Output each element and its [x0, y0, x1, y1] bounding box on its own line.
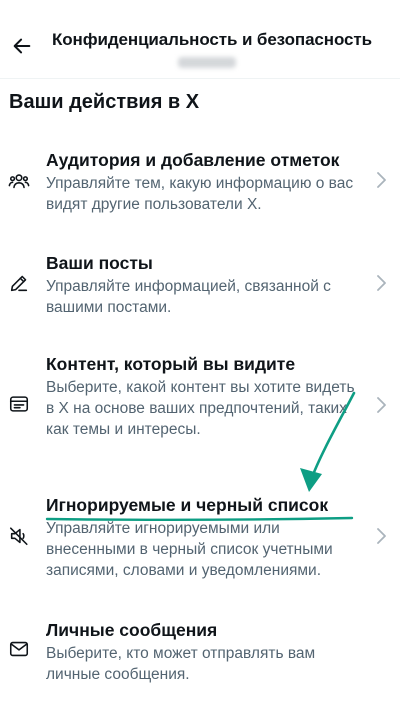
item-description: Управляйте информацией, связанной с ваши… [46, 278, 331, 316]
settings-item-your-posts[interactable]: Ваши посты Управляйте информацией, связа… [0, 253, 400, 319]
chevron-right-icon [377, 172, 386, 188]
envelope-icon [9, 641, 29, 657]
item-title: Аудитория и добавление отметок [46, 150, 340, 170]
item-description: Выберите, кто может отправлять вам личны… [46, 645, 316, 683]
item-title: Ваши посты [46, 253, 153, 273]
chevron-right-icon [377, 275, 386, 291]
settings-item-mute-block[interactable]: Игнорируемые и черный список Управляйте … [0, 495, 400, 579]
content-card-icon [9, 396, 29, 412]
settings-item-audience[interactable]: Аудитория и добавление отметок Управляйт… [0, 150, 400, 216]
back-button[interactable] [6, 30, 38, 62]
chevron-right-icon [377, 528, 386, 544]
item-description: Управляйте игнорируемыми или внесенными … [46, 520, 333, 579]
blurred-username [178, 57, 236, 68]
header-divider [0, 78, 400, 79]
item-description: Выберите, какой контент вы хотите видеть… [46, 379, 355, 438]
pencil-icon [10, 275, 28, 292]
settings-item-direct-messages[interactable]: Личные сообщения Выберите, кто может отп… [0, 620, 400, 686]
people-icon [8, 174, 30, 189]
item-title: Личные сообщения [46, 620, 218, 640]
settings-item-content-you-see[interactable]: Контент, который вы видите Выберите, как… [0, 354, 400, 458]
chevron-right-icon [377, 397, 386, 413]
top-bar: Конфиденциальность и безопасность [0, 0, 400, 78]
muted-speaker-icon [9, 527, 28, 546]
page-title: Конфиденциальность и безопасность [52, 30, 372, 49]
item-description: Управляйте тем, какую информацию о вас в… [46, 175, 354, 213]
item-title: Игнорируемые и черный список [46, 495, 329, 515]
section-title: Ваши действия в X [9, 91, 200, 113]
arrow-left-icon [13, 38, 31, 54]
item-title: Контент, который вы видите [46, 354, 296, 374]
